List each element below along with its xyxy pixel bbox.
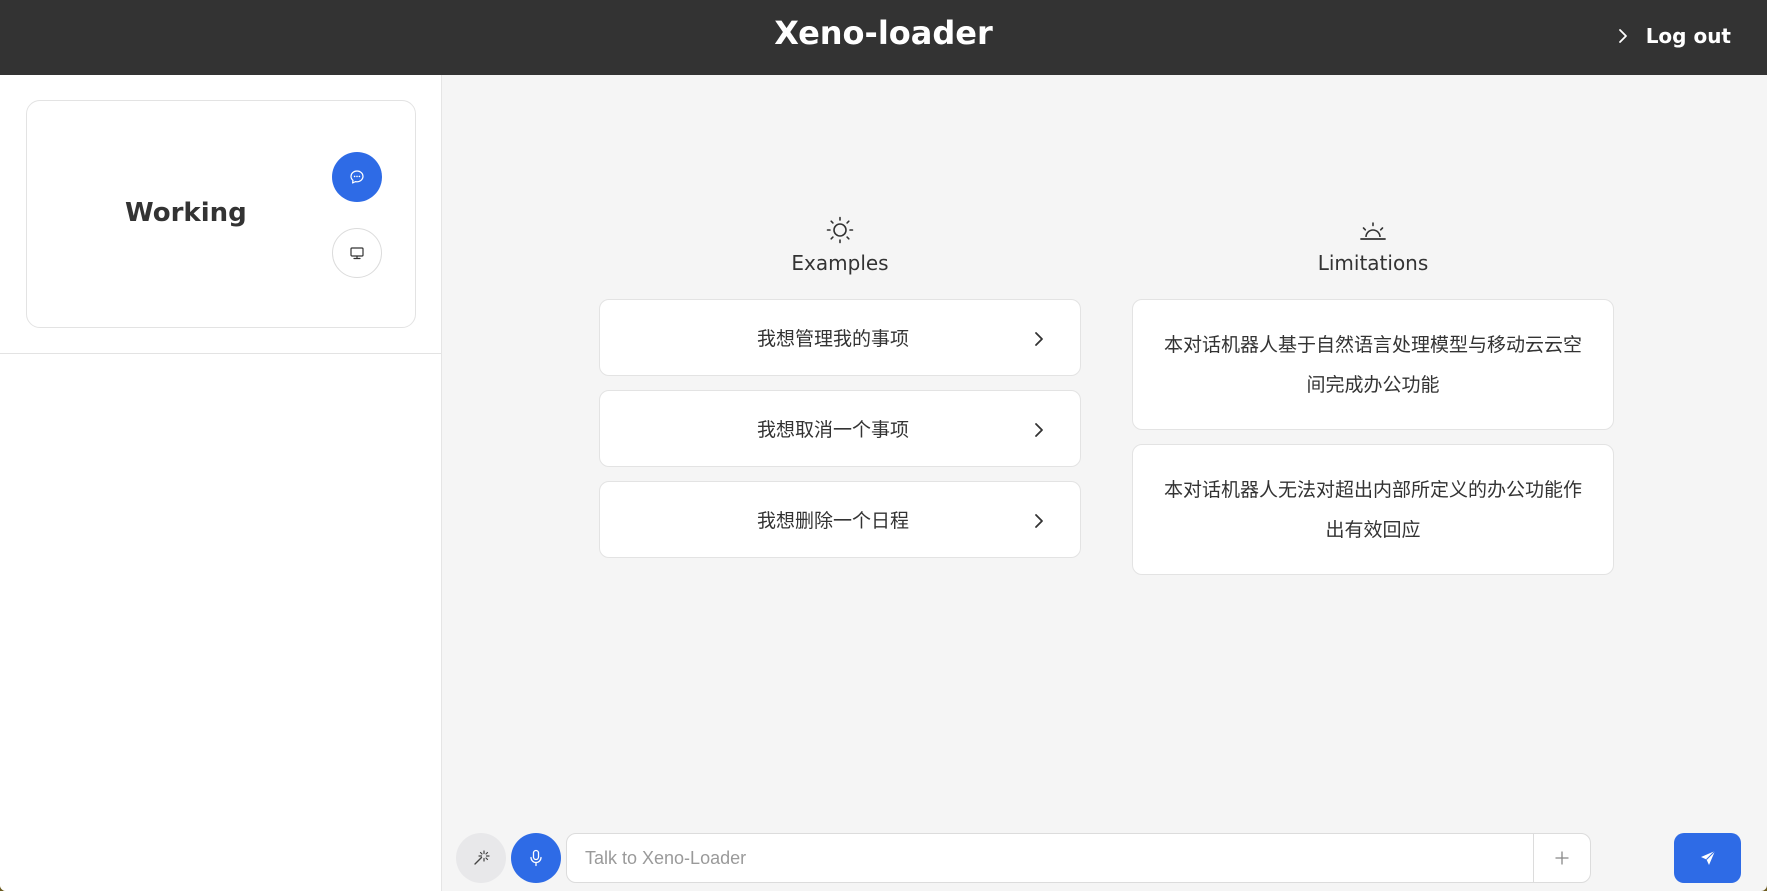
chat-input-wrapper [566, 833, 1591, 883]
chevron-right-icon [1035, 514, 1043, 528]
paper-plane-icon [1700, 850, 1715, 865]
example-text: 我想取消一个事项 [756, 419, 909, 441]
chat-input[interactable] [567, 834, 1533, 882]
chevron-right-icon [1035, 423, 1043, 437]
add-attachment-button[interactable] [1533, 834, 1590, 882]
app-title: Xeno-loader [774, 14, 993, 52]
app-window: Xeno-loader Log out Working Examples 我想管… [0, 0, 1767, 891]
top-header: Xeno-loader Log out [0, 0, 1767, 75]
sun-icon [826, 216, 854, 244]
chat-bubble-icon [350, 170, 364, 184]
example-card[interactable]: 我想管理我的事项 [599, 299, 1081, 376]
examples-title: Examples [791, 251, 889, 275]
mode-card: Working [26, 100, 416, 328]
example-text: 我想管理我的事项 [756, 328, 909, 350]
sunset-icon [1360, 222, 1386, 240]
limitations-column: Limitations 本对话机器人基于自然语言处理模型与移动云云空间完成办公功… [1132, 215, 1614, 589]
logout-button[interactable]: Log out [1616, 24, 1731, 48]
limitation-text: 本对话机器人无法对超出内部所定义的办公功能作出有效回应 [1163, 478, 1582, 541]
chevron-right-icon [1618, 29, 1627, 43]
limitation-card: 本对话机器人无法对超出内部所定义的办公功能作出有效回应 [1132, 444, 1614, 575]
example-card[interactable]: 我想取消一个事项 [599, 390, 1081, 467]
magic-button[interactable] [456, 833, 506, 883]
microphone-button[interactable] [511, 833, 561, 883]
sidebar: Working [0, 75, 442, 891]
sparkle-wand-icon [474, 850, 490, 865]
main-panel: Examples 我想管理我的事项 我想取消一个事项 我想删除一个日程 Limi… [442, 75, 1767, 891]
limitations-title: Limitations [1317, 251, 1429, 275]
example-card[interactable]: 我想删除一个日程 [599, 481, 1081, 558]
input-bar [442, 831, 1767, 883]
example-text: 我想删除一个日程 [756, 510, 909, 532]
examples-column: Examples 我想管理我的事项 我想取消一个事项 我想删除一个日程 [599, 215, 1081, 572]
limitation-card: 本对话机器人基于自然语言处理模型与移动云云空间完成办公功能 [1132, 299, 1614, 430]
monitor-icon [350, 247, 364, 260]
monitor-mode-button[interactable] [332, 228, 382, 278]
limitations-header: Limitations [1132, 215, 1614, 299]
chat-mode-button[interactable] [332, 152, 382, 202]
chevron-right-icon [1035, 332, 1043, 346]
limitation-text: 本对话机器人基于自然语言处理模型与移动云云空间完成办公功能 [1163, 333, 1582, 396]
microphone-icon [530, 849, 542, 867]
examples-header: Examples [599, 215, 1081, 299]
logout-label: Log out [1645, 24, 1731, 48]
plus-icon [1555, 851, 1569, 865]
mode-title: Working [125, 198, 247, 228]
send-button[interactable] [1674, 833, 1741, 883]
sidebar-divider [0, 353, 441, 354]
